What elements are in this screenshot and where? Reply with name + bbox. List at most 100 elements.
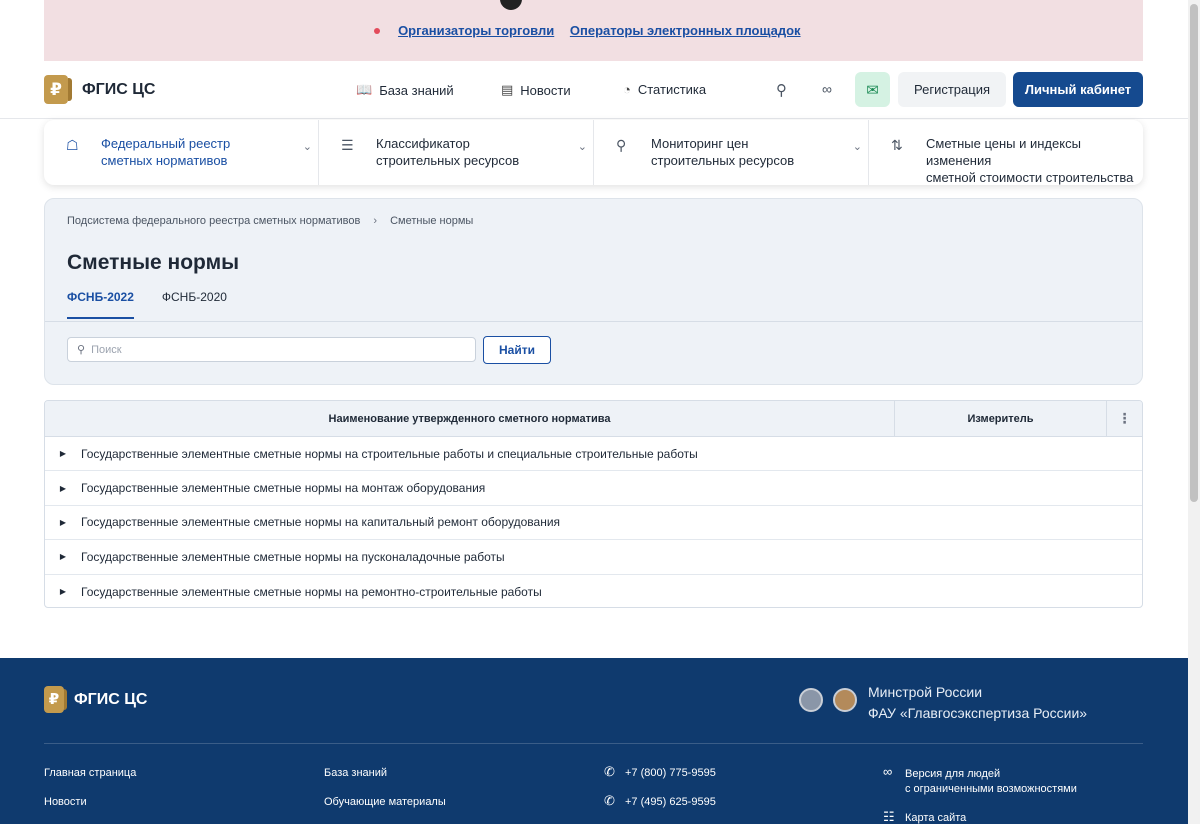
content-panel: Подсистема федерального реестра сметных … (44, 198, 1143, 385)
breadcrumb-parent[interactable]: Подсистема федерального реестра сметных … (67, 215, 360, 227)
nav-news[interactable]: ▤ Новости (501, 82, 571, 98)
tab-fsnb-2020[interactable]: ФСНБ-2020 (162, 290, 227, 319)
nav-label: База знаний (379, 82, 454, 98)
column-header-unit[interactable]: Измеритель (895, 401, 1107, 436)
norms-table: Наименование утвержденного сметного норм… (44, 400, 1143, 608)
service-card-federal-registry[interactable]: ☖ Федеральный реестр сметных нормативов … (44, 120, 319, 185)
service-cards: ☖ Федеральный реестр сметных нормативов … (44, 120, 1143, 185)
nav-label: Статистика (637, 82, 707, 97)
link-platform-operators[interactable]: Операторы электронных площадок (570, 23, 801, 38)
mail-icon: ✉ (866, 81, 879, 99)
chart-pie-icon: ◔ (623, 82, 631, 97)
phone-icon: ✆ (604, 764, 615, 779)
site-header: ₽ ФГИС ЦС 📖 База знаний ▤ Новости ◔ Стат… (0, 61, 1188, 119)
footer-link-knowledge-base[interactable]: База знаний (324, 767, 387, 779)
newspaper-icon: ▤ (501, 82, 514, 97)
service-card-classifier[interactable]: ☰ Классификатор строительных ресурсов ⌄ (319, 120, 594, 185)
footer-link-news[interactable]: Новости (44, 796, 87, 808)
tag-icon: ☖ (66, 137, 79, 153)
glasses-icon: ∞ (883, 764, 893, 779)
service-card-price-indices[interactable]: ⇅ Сметные цены и индексы изменения сметн… (869, 120, 1143, 185)
card-line1: Сметные цены и индексы изменения (926, 136, 1081, 168)
coat-of-arms-icon (799, 688, 823, 712)
page-scrollbar[interactable] (1188, 0, 1200, 824)
card-line2: сметных нормативов (101, 153, 228, 168)
footer-org: Минстрой России ФАУ «Главгосэкспертиза Р… (868, 682, 1087, 724)
table-row[interactable]: ▶ Государственные элементные сметные нор… (45, 540, 1142, 575)
row-title: Государственные элементные сметные нормы… (81, 515, 561, 530)
expand-arrow-icon[interactable]: ▶ (45, 449, 81, 458)
page-title: Сметные нормы (67, 251, 240, 274)
footer-divider (44, 743, 1143, 744)
chevron-right-icon: › (373, 215, 378, 227)
tabs-divider (45, 321, 1142, 322)
breadcrumb-current: Сметные нормы (390, 215, 474, 227)
card-text: Мониторинг цен строительных ресурсов (651, 135, 794, 169)
card-line1: Мониторинг цен (651, 136, 749, 151)
footer-sitemap-link[interactable]: Карта сайта (905, 812, 966, 824)
search-icon[interactable]: ⚲ (776, 81, 787, 99)
footer-accessibility-link[interactable]: Версия для людей с ограниченными возможн… (905, 767, 1077, 797)
logo-text: ФГИС ЦС (82, 80, 156, 98)
register-button[interactable]: Регистрация (898, 72, 1006, 107)
org-line2: ФАУ «Главгосэкспертиза России» (868, 705, 1088, 721)
card-line2: строительных ресурсов (651, 153, 795, 168)
card-text: Федеральный реестр сметных нормативов (101, 135, 230, 169)
footer-logo-text: ФГИС ЦС (74, 690, 148, 708)
phone-icon: ✆ (604, 793, 615, 808)
card-line2: сметной стоимости строительства (926, 170, 1134, 185)
accessibility-line1: Версия для людей (905, 768, 1001, 780)
scrollbar-thumb[interactable] (1190, 4, 1198, 502)
sort-arrows-icon: ⇅ (891, 137, 903, 153)
search-icon: ⚲ (616, 137, 627, 153)
list-icon: ☰ (341, 137, 354, 153)
table-header: Наименование утвержденного сметного норм… (45, 401, 1142, 437)
footer-link-training[interactable]: Обучающие материалы (324, 796, 446, 808)
row-title: Государственные элементные сметные нормы… (81, 446, 698, 461)
ruble-logo-icon: ₽ (44, 686, 67, 713)
nav-knowledge-base[interactable]: 📖 База знаний (356, 82, 454, 98)
card-line1: Федеральный реестр (101, 136, 231, 151)
top-banner: Организаторы торговли Операторы электрон… (44, 0, 1143, 61)
card-line1: Классификатор (376, 136, 470, 151)
glasses-icon[interactable]: ∞ (822, 81, 832, 97)
site-logo[interactable]: ₽ ФГИС ЦС (44, 75, 155, 104)
glavgosexpertiza-emblem-icon (833, 688, 857, 712)
table-row[interactable]: ▶ Государственные элементные сметные нор… (45, 506, 1142, 541)
breadcrumb: Подсистема федерального реестра сметных … (67, 215, 473, 227)
search-input[interactable] (91, 343, 462, 356)
row-title: Государственные элементные сметные нормы… (81, 549, 505, 564)
footer-link-home[interactable]: Главная страница (44, 767, 136, 779)
emblems (799, 688, 867, 712)
nav-label: Новости (520, 82, 571, 98)
tab-fsnb-2022[interactable]: ФСНБ-2022 (67, 290, 134, 319)
expand-arrow-icon[interactable]: ▶ (45, 484, 81, 493)
chevron-down-icon: ⌄ (577, 141, 587, 153)
column-header-name[interactable]: Наименование утвержденного сметного норм… (45, 401, 895, 436)
tabs: ФСНБ-2022 ФСНБ-2020 (67, 290, 255, 319)
card-line2: строительных ресурсов (376, 153, 520, 168)
accessibility-line2: с ограниченными возможностями (905, 783, 1077, 795)
column-menu-icon[interactable]: ⋮ (1107, 401, 1142, 436)
table-row[interactable]: ▶ Государственные элементные сметные нор… (45, 437, 1142, 472)
search-field[interactable]: ⚲ (67, 337, 476, 362)
card-text: Сметные цены и индексы изменения сметной… (926, 135, 1143, 186)
footer-logo[interactable]: ₽ ФГИС ЦС (44, 686, 147, 713)
mail-button[interactable]: ✉ (855, 72, 890, 107)
expand-arrow-icon[interactable]: ▶ (45, 587, 81, 596)
service-card-price-monitoring[interactable]: ⚲ Мониторинг цен строительных ресурсов ⌄ (594, 120, 869, 185)
site-footer: ₽ ФГИС ЦС Минстрой России ФАУ «Главгосэк… (0, 658, 1188, 824)
link-trade-organizers[interactable]: Организаторы торговли (398, 23, 554, 38)
cabinet-button[interactable]: Личный кабинет (1013, 72, 1143, 107)
nav-statistics[interactable]: ◔ Статистика (623, 82, 706, 97)
table-row[interactable]: ▶ Государственные элементные сметные нор… (45, 471, 1142, 506)
footer-phone-2[interactable]: +7 (495) 625-9595 (625, 796, 716, 808)
footer-phone-1[interactable]: +7 (800) 775-9595 (625, 767, 716, 779)
org-line1: Минстрой России (868, 684, 983, 700)
sitemap-icon: ☷ (883, 809, 895, 824)
find-button[interactable]: Найти (483, 336, 551, 364)
expand-arrow-icon[interactable]: ▶ (45, 518, 81, 527)
expand-arrow-icon[interactable]: ▶ (45, 552, 81, 561)
row-title: Государственные элементные сметные нормы… (81, 481, 486, 496)
table-row[interactable]: ▶ Государственные элементные сметные нор… (45, 575, 1142, 607)
